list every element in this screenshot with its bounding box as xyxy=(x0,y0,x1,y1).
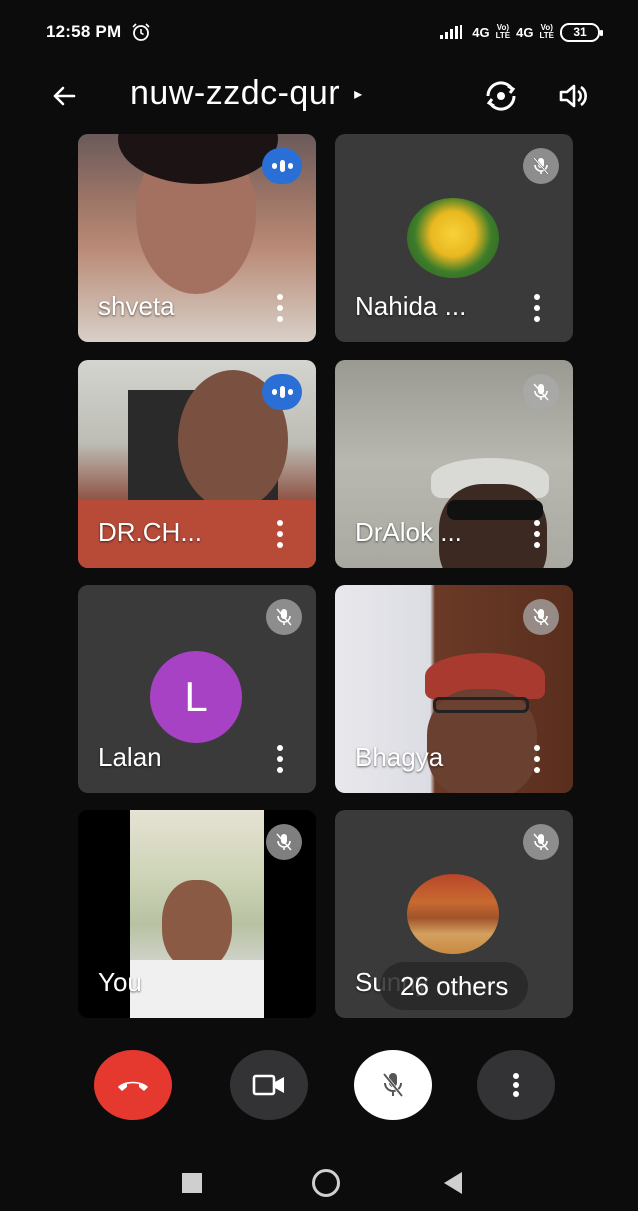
hang-up-button[interactable] xyxy=(94,1050,172,1120)
self-video xyxy=(130,810,264,1018)
mic-off-icon xyxy=(266,599,302,635)
status-time: 12:58 PM xyxy=(46,22,122,41)
more-vert-icon[interactable] xyxy=(533,520,541,548)
participant-tile-nahida[interactable]: Nahida ... xyxy=(335,134,573,342)
letter-avatar: L xyxy=(150,651,242,743)
participant-name: Nahida ... xyxy=(355,291,467,321)
more-options-button[interactable] xyxy=(477,1050,555,1120)
more-vert-icon xyxy=(513,1073,519,1097)
glasses-shape xyxy=(433,697,529,713)
others-count-button[interactable]: 26 others xyxy=(380,962,529,1010)
more-vert-icon[interactable] xyxy=(276,294,284,322)
participant-name: shveta xyxy=(98,291,175,321)
mic-off-icon xyxy=(523,374,559,410)
more-vert-icon[interactable] xyxy=(276,520,284,548)
phone-hangup-icon xyxy=(118,1081,148,1091)
participant-tile-bhagya[interactable]: Bhagya xyxy=(335,585,573,793)
volte-badge-2: Vo) LTE xyxy=(539,24,554,40)
videocam-icon xyxy=(252,1074,284,1096)
mic-off-icon xyxy=(266,824,302,860)
meeting-code-button[interactable]: nuw-zzdc-qur ▸ xyxy=(130,74,363,113)
participant-tile-you[interactable]: You xyxy=(78,810,316,1018)
participant-name: DR.CH... xyxy=(98,517,202,547)
mic-toggle-button[interactable] xyxy=(354,1050,432,1120)
system-nav-bar xyxy=(0,1150,638,1211)
network-type-1: 4G xyxy=(472,24,490,40)
shirt-shape xyxy=(130,960,264,1018)
meeting-header: nuw-zzdc-qur ▸ xyxy=(0,64,638,128)
switch-camera-icon[interactable] xyxy=(482,77,520,115)
participant-name: Lalan xyxy=(98,742,162,772)
volte-badge-1: Vo) LTE xyxy=(496,24,511,40)
battery-indicator: 31 xyxy=(560,22,603,42)
participant-name: You xyxy=(98,967,142,997)
caret-right-icon: ▸ xyxy=(354,85,363,103)
battery-level: 31 xyxy=(573,25,587,39)
more-vert-icon[interactable] xyxy=(276,745,284,773)
speaking-indicator xyxy=(262,374,302,410)
network-type-2: 4G xyxy=(516,24,534,40)
volte-bottom-2: LTE xyxy=(539,31,554,40)
back-arrow-icon[interactable] xyxy=(48,80,80,112)
mic-off-icon xyxy=(523,824,559,860)
speaker-icon[interactable] xyxy=(556,79,590,113)
signal-strength-icon xyxy=(440,25,463,39)
profile-photo-rose xyxy=(407,198,499,278)
status-indicators: 4G Vo) LTE 4G Vo) LTE 31 xyxy=(440,22,603,42)
camera-toggle-button[interactable] xyxy=(230,1050,308,1120)
meeting-code: nuw-zzdc-qur xyxy=(130,74,341,112)
more-vert-icon[interactable] xyxy=(533,294,541,322)
participant-name: DrAlok ... xyxy=(355,517,462,547)
recents-icon[interactable] xyxy=(182,1173,202,1193)
participant-name: Bhagya xyxy=(355,742,444,772)
home-icon[interactable] xyxy=(312,1169,340,1197)
profile-photo-landscape xyxy=(407,874,499,954)
mic-off-icon xyxy=(523,599,559,635)
back-triangle-icon[interactable] xyxy=(444,1172,462,1194)
face-shape xyxy=(162,880,232,970)
participant-tile-dr-ch[interactable]: DR.CH... xyxy=(78,360,316,568)
speaking-indicator xyxy=(262,148,302,184)
alarm-clock-icon xyxy=(132,23,150,41)
more-vert-icon[interactable] xyxy=(533,745,541,773)
mic-off-icon xyxy=(523,148,559,184)
volte-bottom-1: LTE xyxy=(495,31,511,40)
mic-off-icon xyxy=(382,1073,404,1097)
participant-tile-lalan[interactable]: L Lalan xyxy=(78,585,316,793)
participant-tile-shveta[interactable]: shveta xyxy=(78,134,316,342)
participant-tile-dralok[interactable]: DrAlok ... xyxy=(335,360,573,568)
status-bar: 12:58 PM 4G Vo) LTE 4G Vo) LTE 31 xyxy=(0,0,638,64)
